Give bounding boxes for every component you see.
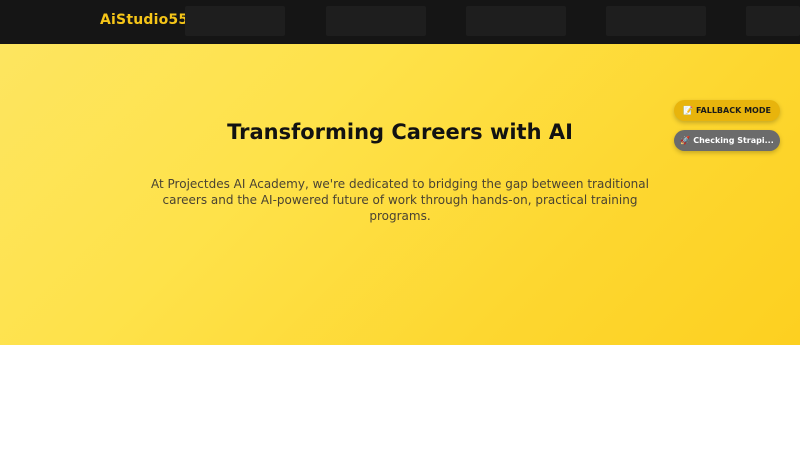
nav-placeholder-5[interactable] [746,6,800,36]
strapi-status-badge[interactable]: 🚀 Checking Strapi... [674,130,780,151]
top-navigation-bar: AiStudio555 [0,0,800,44]
fallback-mode-badge[interactable]: 📝 FALLBACK MODE [674,100,780,121]
fallback-mode-label: FALLBACK MODE [696,106,771,115]
hero-description: At Projectdes AI Academy, we're dedicate… [151,177,649,223]
memo-icon: 📝 [683,106,693,115]
rocket-icon: 🚀 [680,136,691,145]
site-logo[interactable]: AiStudio555 [100,12,198,28]
hero-section: Transforming Careers with AI At Projectd… [0,44,800,345]
strapi-status-label: Checking Strapi... [693,136,774,145]
nav-placeholder-3[interactable] [466,6,566,36]
nav-placeholder-1[interactable] [185,6,285,36]
nav-placeholder-2[interactable] [326,6,426,36]
nav-placeholder-4[interactable] [606,6,706,36]
